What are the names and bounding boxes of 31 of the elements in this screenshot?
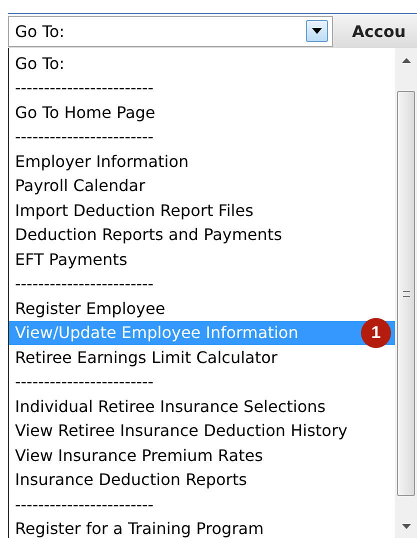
selected-value: Go To: xyxy=(15,22,65,40)
grip-icon xyxy=(402,290,410,296)
dropdown-option[interactable]: EFT Payments xyxy=(9,247,395,272)
dropdown-option[interactable]: Retiree Earnings Limit Calculator xyxy=(9,345,395,370)
dropdown-option[interactable]: Go To: xyxy=(9,51,395,76)
dropdown-option[interactable]: Employer Information xyxy=(9,149,395,174)
scroll-down-icon[interactable] xyxy=(402,524,410,529)
dropdown-option[interactable]: Individual Retiree Insurance Selections xyxy=(9,394,395,418)
dropdown-option[interactable]: ------------------------ xyxy=(9,124,395,149)
dropdown-option[interactable]: ------------------------ xyxy=(9,370,395,394)
scrollbar[interactable] xyxy=(395,48,417,538)
header-title: Accou xyxy=(352,22,406,40)
dropdown-option[interactable]: Go To Home Page xyxy=(9,100,395,124)
scroll-up-icon[interactable] xyxy=(402,58,410,63)
goto-dropdown[interactable]: Go To: xyxy=(8,16,333,46)
dropdown-option[interactable]: Insurance Deduction Reports xyxy=(9,468,395,492)
dropdown-button[interactable] xyxy=(306,20,328,42)
caret-icon xyxy=(312,28,322,34)
dropdown-option[interactable]: ------------------------ xyxy=(9,492,395,516)
dropdown-option[interactable]: ------------------------ xyxy=(9,76,395,100)
dropdown-option[interactable]: View Retiree Insurance Deduction History xyxy=(9,418,395,443)
dropdown-option[interactable]: Import Deduction Report Files xyxy=(9,198,395,222)
dropdown-option[interactable]: View Insurance Premium Rates xyxy=(9,443,395,468)
dropdown-option[interactable]: Payroll Calendar xyxy=(9,174,395,198)
dropdown-option[interactable]: Register for a Training Program xyxy=(9,516,395,538)
step-number-badge: 1 xyxy=(361,318,391,348)
scrollbar-thumb[interactable] xyxy=(397,91,415,496)
dropdown-option[interactable]: View/Update Employee Information 1 xyxy=(9,320,395,345)
dropdown-option[interactable]: ------------------------ xyxy=(9,272,395,296)
dropdown-option[interactable]: Deduction Reports and Payments xyxy=(9,222,395,247)
dropdown-option[interactable]: Register Employee xyxy=(9,296,395,320)
